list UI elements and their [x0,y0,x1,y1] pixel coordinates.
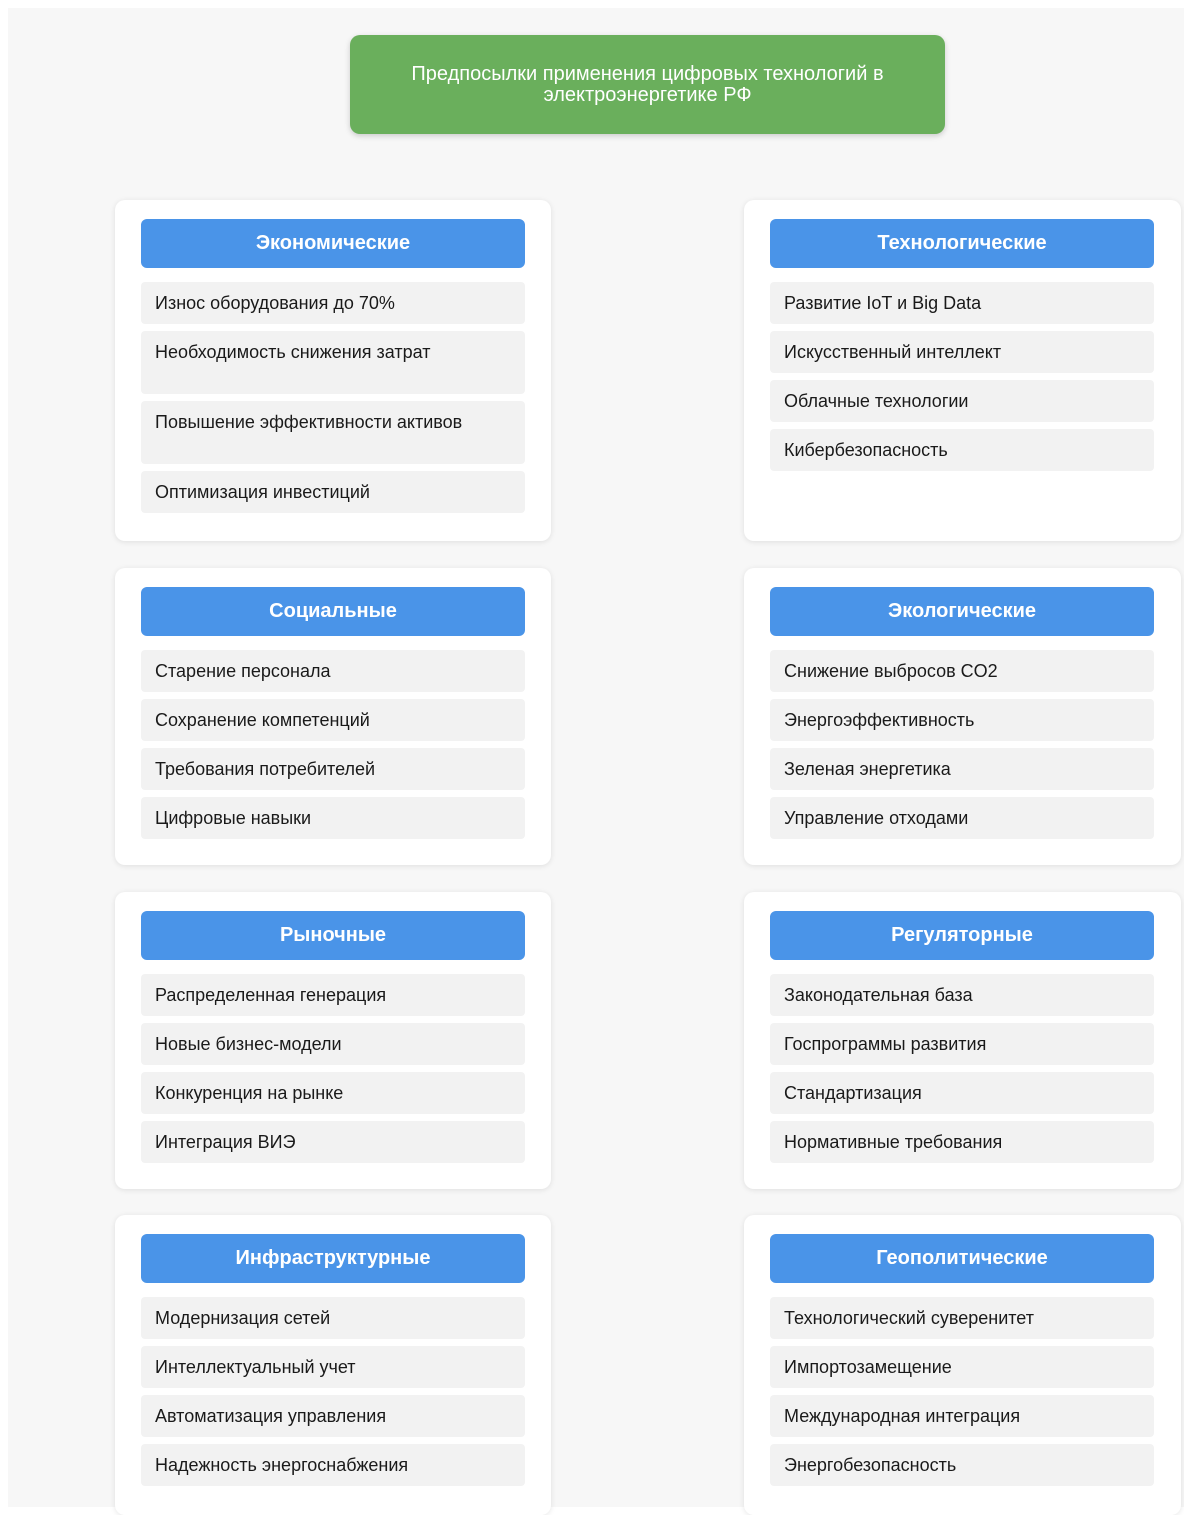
list-item: Оптимизация инвестиций [141,471,525,513]
list-item: Госпрограммы развития [770,1023,1154,1065]
list-item: Облачные технологии [770,380,1154,422]
list-item: Старение персонала [141,650,525,692]
list-item: Необходимость снижения затрат [141,331,525,394]
list-item: Импортозамещение [770,1346,1154,1388]
category-items: Износ оборудования до 70% Необходимость … [141,282,525,520]
top-margin [0,0,1184,8]
category-header: Инфраструктурные [141,1234,525,1283]
list-item: Законодательная база [770,974,1154,1016]
category-card-market: Рыночные Распределенная генерация Новые … [115,892,551,1189]
list-item: Интеграция ВИЭ [141,1121,525,1163]
category-header: Экологические [770,587,1154,636]
list-item: Цифровые навыки [141,797,525,839]
list-item: Развитие IoT и Big Data [770,282,1154,324]
category-card-ecological: Экологические Снижение выбросов CO2 Энер… [744,568,1181,865]
category-items: Законодательная база Госпрограммы развит… [770,974,1154,1170]
list-item: Снижение выбросов CO2 [770,650,1154,692]
category-header: Экономические [141,219,525,268]
category-header: Геополитические [770,1234,1154,1283]
category-items: Развитие IoT и Big Data Искусственный ин… [770,282,1154,478]
category-items: Модернизация сетей Интеллектуальный учет… [141,1297,525,1493]
category-header: Регуляторные [770,911,1154,960]
left-margin [0,0,8,1507]
diagram-title-box: Предпосылки применения цифровых технолог… [350,35,945,134]
category-card-infrastructure: Инфраструктурные Модернизация сетей Инте… [115,1215,551,1515]
category-card-social: Социальные Старение персонала Сохранение… [115,568,551,865]
list-item: Искусственный интеллект [770,331,1154,373]
category-items: Технологический суверенитет Импортозамещ… [770,1297,1154,1493]
category-card-geopolitical: Геополитические Технологический суверени… [744,1215,1181,1515]
list-item: Автоматизация управления [141,1395,525,1437]
category-items: Старение персонала Сохранение компетенци… [141,650,525,846]
list-item: Технологический суверенитет [770,1297,1154,1339]
list-item: Надежность энергоснабжения [141,1444,525,1486]
list-item: Модернизация сетей [141,1297,525,1339]
category-header: Социальные [141,587,525,636]
category-card-economic: Экономические Износ оборудования до 70% … [115,200,551,541]
list-item: Повышение эффективности активов [141,401,525,464]
list-item: Сохранение компетенций [141,699,525,741]
list-item: Распределенная генерация [141,974,525,1016]
list-item: Новые бизнес-модели [141,1023,525,1065]
category-header: Рыночные [141,911,525,960]
list-item: Энергоэффективность [770,699,1154,741]
list-item: Международная интеграция [770,1395,1154,1437]
category-card-technological: Технологические Развитие IoT и Big Data … [744,200,1181,541]
list-item: Энергобезопасность [770,1444,1154,1486]
list-item: Нормативные требования [770,1121,1154,1163]
list-item: Стандартизация [770,1072,1154,1114]
category-header: Технологические [770,219,1154,268]
list-item: Интеллектуальный учет [141,1346,525,1388]
list-item: Зеленая энергетика [770,748,1154,790]
diagram-canvas: Предпосылки применения цифровых технолог… [0,0,1184,1515]
list-item: Конкуренция на рынке [141,1072,525,1114]
category-card-regulatory: Регуляторные Законодательная база Госпро… [744,892,1181,1189]
list-item: Износ оборудования до 70% [141,282,525,324]
category-items: Распределенная генерация Новые бизнес-мо… [141,974,525,1170]
category-items: Снижение выбросов CO2 Энергоэффективност… [770,650,1154,846]
diagram-title: Предпосылки применения цифровых технолог… [411,62,884,106]
list-item: Требования потребителей [141,748,525,790]
list-item: Кибербезопасность [770,429,1154,471]
list-item: Управление отходами [770,797,1154,839]
